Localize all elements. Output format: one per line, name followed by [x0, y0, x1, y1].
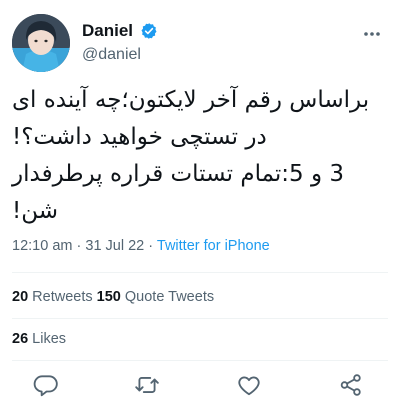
verified-badge-icon — [140, 22, 158, 40]
retweets-stat[interactable]: 20 Retweets — [12, 289, 97, 305]
reply-icon[interactable] — [33, 372, 59, 398]
tweet-header: Daniel @daniel — [12, 14, 388, 74]
likes-label: Likes — [32, 331, 67, 347]
retweet-icon[interactable] — [134, 372, 160, 398]
like-icon[interactable] — [236, 372, 262, 398]
tweet-time[interactable]: 12:10 am — [12, 238, 72, 254]
quote-tweets-label: Quote Tweets — [124, 289, 215, 305]
quote-tweets-stat[interactable]: 150 Quote Tweets — [97, 289, 214, 305]
engagement-stats: 20 Retweets 150 Quote Tweets — [12, 289, 214, 305]
tweet-line: شن! — [12, 198, 58, 224]
tweet-date[interactable]: 31 Jul 22 — [85, 238, 144, 254]
more-dots-icon[interactable] — [360, 22, 384, 46]
divider — [12, 360, 388, 361]
tweet-line: در تستچی خواهید داشت؟! — [12, 124, 267, 150]
meta-separator: · — [76, 238, 82, 254]
tweet-meta: 12:10 am · 31 Jul 22 · Twitter for iPhon… — [12, 238, 270, 254]
share-icon[interactable] — [338, 372, 364, 398]
tweet-line: براساس رقم آخر لایکتون؛چه آینده ای — [12, 87, 370, 113]
divider — [12, 318, 388, 319]
quote-tweets-count: 150 — [96, 289, 121, 305]
tweet-source-link[interactable]: Twitter for iPhone — [157, 238, 270, 254]
likes-count: 26 — [12, 331, 29, 347]
retweets-count: 20 — [12, 289, 29, 305]
likes-stat[interactable]: 26 Likes — [12, 331, 66, 347]
divider — [12, 272, 388, 273]
tweet-text: براساس رقم آخر لایکتون؛چه آینده ای در تس… — [12, 82, 382, 230]
avatar[interactable] — [12, 14, 70, 72]
retweets-label: Retweets — [32, 289, 93, 305]
action-bar — [0, 368, 400, 400]
display-name[interactable]: Daniel — [82, 21, 133, 41]
meta-separator: · — [148, 238, 154, 254]
tweet-line: 3 و 5:تمام تستات قراره پرطرفدار — [12, 161, 345, 187]
user-handle[interactable]: @daniel — [82, 44, 158, 66]
